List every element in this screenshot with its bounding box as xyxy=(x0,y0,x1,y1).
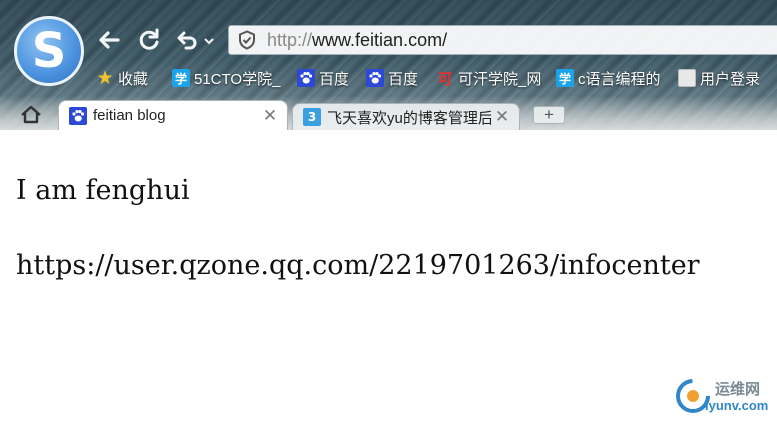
khan-icon: 可 xyxy=(437,69,453,88)
chevron-down-icon xyxy=(204,38,214,45)
refresh-icon xyxy=(139,28,159,50)
bookmark-label: c语言编程的 xyxy=(578,70,661,88)
bookmark-label: 百度 xyxy=(388,70,419,88)
back-button[interactable] xyxy=(96,27,122,53)
tab-strip: feitian blog ✕ 3 飞天喜欢yu的博客管理后 ✕ + xyxy=(0,100,777,130)
xue-icon: 学 xyxy=(556,69,574,87)
bookmark-51cto[interactable]: 学 51CTO学院_ xyxy=(172,66,280,90)
xue-icon: 学 xyxy=(172,69,190,87)
site-watermark: 运维网 iyunv.com xyxy=(673,372,777,418)
new-tab-button[interactable]: + xyxy=(533,106,565,124)
undo-icon xyxy=(177,31,197,50)
refresh-button[interactable] xyxy=(136,27,162,53)
security-shield-icon[interactable] xyxy=(237,30,257,50)
bookmark-label: 百度 xyxy=(319,70,350,88)
close-tab-icon[interactable]: ✕ xyxy=(491,107,513,127)
bookmark-baidu-2[interactable]: 百度 xyxy=(366,66,418,90)
logo-letter: S xyxy=(31,23,67,79)
tab-feitian-admin[interactable]: 3 飞天喜欢yu的博客管理后 ✕ xyxy=(292,103,520,130)
browser-logo[interactable]: S xyxy=(14,16,84,86)
bookmark-khan[interactable]: 可 可汗学院_网 xyxy=(436,66,541,90)
baidu-paw-icon xyxy=(297,69,315,87)
url-protocol: http:// xyxy=(267,30,313,50)
tab-feitian-blog[interactable]: feitian blog ✕ xyxy=(58,100,288,130)
watermark-en: iyunv.com xyxy=(705,398,769,413)
baidu-paw-icon xyxy=(69,106,87,125)
baidu-paw-icon xyxy=(366,69,384,87)
page-text-line-2: https://user.qzone.qq.com/2219701263/inf… xyxy=(16,250,700,281)
bookmark-label: 收藏 xyxy=(118,70,149,88)
undo-dropdown-button[interactable] xyxy=(202,27,216,53)
home-icon xyxy=(21,105,41,124)
watermark-cn: 运维网 xyxy=(715,381,761,398)
home-button[interactable] xyxy=(18,103,44,127)
tab-title: feitian blog xyxy=(93,107,166,124)
bookmark-c-language[interactable]: 学 c语言编程的 xyxy=(556,66,661,90)
bookmark-baidu-1[interactable]: 百度 xyxy=(297,66,349,90)
bookmark-favorites[interactable]: ★ 收藏 xyxy=(96,66,148,90)
url-text[interactable]: http://www.feitian.com/ xyxy=(267,30,447,51)
star-icon: ★ xyxy=(96,67,114,89)
page-text-line-1: I am fenghui xyxy=(16,175,190,206)
bookmark-label: 51CTO学院_ xyxy=(194,70,281,88)
user-page-icon xyxy=(678,69,696,87)
browser-chrome: S http://www.feitian.com/ ★ 收藏 学 51CTO学院… xyxy=(0,0,777,130)
bookmark-label: 用户登录 xyxy=(700,70,761,88)
bookmark-label: 可汗学院_网 xyxy=(458,70,542,88)
close-tab-icon[interactable]: ✕ xyxy=(259,106,281,126)
tab-title: 飞天喜欢yu的博客管理后 xyxy=(327,109,491,127)
qzone-icon: 3 xyxy=(303,108,321,126)
undo-close-button[interactable] xyxy=(174,27,200,53)
url-host: www.feitian.com/ xyxy=(312,30,448,50)
back-arrow-icon xyxy=(99,31,120,49)
address-bar[interactable]: http://www.feitian.com/ xyxy=(228,25,777,55)
bookmark-user-login[interactable]: 用户登录 xyxy=(678,66,760,90)
